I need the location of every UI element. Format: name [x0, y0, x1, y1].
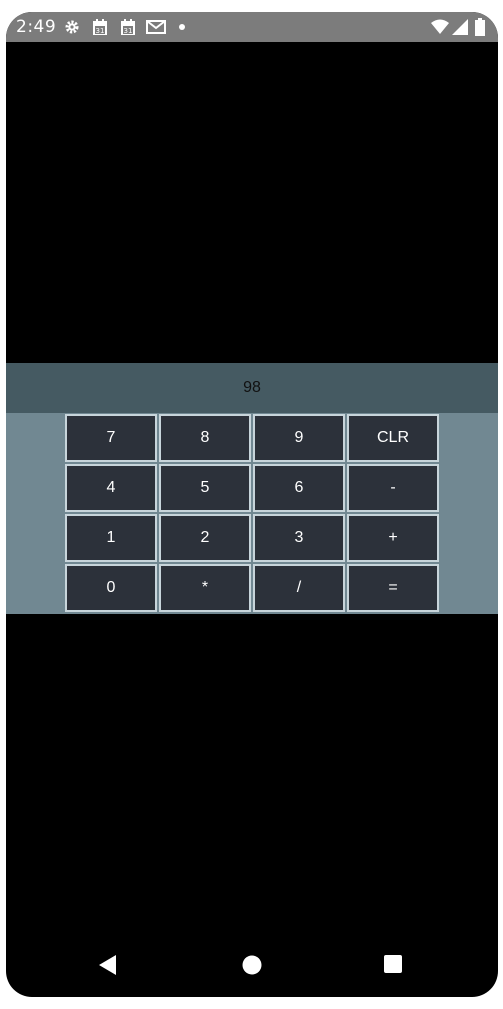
key-6[interactable]: 6: [253, 464, 345, 512]
key-8[interactable]: 8: [159, 414, 251, 462]
key-0[interactable]: 0: [65, 564, 157, 612]
calendar-icon: 31: [92, 18, 108, 36]
key-equals[interactable]: =: [347, 564, 439, 612]
key-divide[interactable]: /: [253, 564, 345, 612]
status-time: 2:49: [16, 17, 57, 37]
status-bar: 2:49 31 31: [6, 12, 498, 42]
key-5[interactable]: 5: [159, 464, 251, 512]
battery-icon: [475, 18, 485, 36]
key-9[interactable]: 9: [253, 414, 345, 462]
signal-icon: [452, 18, 468, 36]
key-1[interactable]: 1: [65, 514, 157, 562]
key-4[interactable]: 4: [65, 464, 157, 512]
key-multiply[interactable]: *: [159, 564, 251, 612]
calculator-display: 98: [6, 363, 498, 413]
navigation-bar: [6, 942, 498, 988]
key-clear[interactable]: CLR: [347, 414, 439, 462]
wifi-icon: [431, 18, 449, 36]
key-minus[interactable]: -: [347, 464, 439, 512]
keypad: 7 8 9 CLR 4 5 6 - 1 2 3 + 0 * / =: [64, 413, 440, 614]
svg-text:31: 31: [96, 27, 105, 35]
calendar-icon: 31: [120, 18, 136, 36]
gmail-icon: [146, 18, 166, 36]
home-icon[interactable]: [241, 954, 263, 976]
recents-icon[interactable]: [383, 954, 403, 974]
phone-screen: 2:49 31 31 98 7 8 9 CLR 4 5 6 - 1 2 3 + …: [6, 12, 498, 997]
key-plus[interactable]: +: [347, 514, 439, 562]
dot-icon: [178, 18, 186, 36]
calculator-panel: 98 7 8 9 CLR 4 5 6 - 1 2 3 + 0 * / =: [6, 363, 498, 614]
key-2[interactable]: 2: [159, 514, 251, 562]
key-3[interactable]: 3: [253, 514, 345, 562]
back-icon[interactable]: [98, 954, 118, 976]
svg-text:31: 31: [124, 27, 133, 35]
key-7[interactable]: 7: [65, 414, 157, 462]
gear-icon: [64, 18, 80, 36]
